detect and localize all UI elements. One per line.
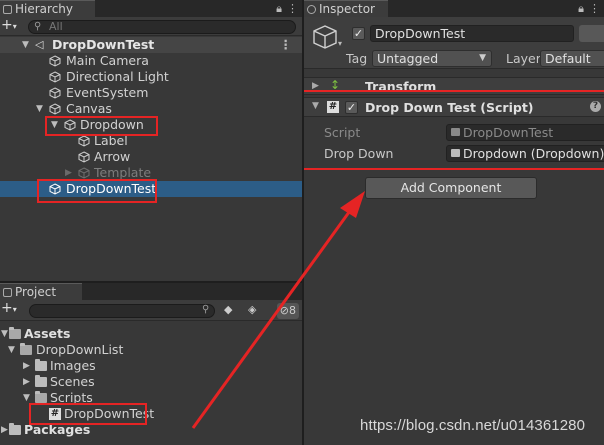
tag-value: Untagged xyxy=(377,51,439,66)
tab-hierarchy[interactable]: Hierarchy xyxy=(0,0,95,17)
hierarchy-search-input[interactable]: ⚲ All xyxy=(28,20,296,34)
hierarchy-toolbar: +▾ ⚲ All xyxy=(0,17,302,36)
scene-row[interactable]: ▼ ◁ DropDownTest ⋮ xyxy=(0,37,302,53)
filter-by-label-icon[interactable]: ◈ xyxy=(248,303,256,319)
inspector-tabbar: Inspector 🔒︎ ⋮ xyxy=(304,0,604,17)
expand-arrow-icon[interactable]: ▼ xyxy=(22,37,29,53)
hidden-packages-toggle[interactable]: ⊘8 xyxy=(276,303,299,319)
project-item-assets[interactable]: ▼ Assets xyxy=(0,326,302,342)
expand-arrow-icon[interactable]: ▼ xyxy=(1,326,8,342)
gameobject-cube-icon xyxy=(49,55,61,67)
hierarchy-tab-actions: 🔒︎ ⋮ xyxy=(276,2,298,16)
tree-item-label: Arrow xyxy=(94,149,131,164)
tab-inspector[interactable]: Inspector xyxy=(304,0,388,17)
layer-label: Layer xyxy=(506,51,541,66)
tab-inspector-label: Inspector xyxy=(319,2,375,16)
expand-arrow-icon[interactable]: ▼ xyxy=(36,101,43,117)
tree-item-label: Directional Light xyxy=(66,69,169,84)
tree-item-canvas[interactable]: ▼ Canvas xyxy=(0,101,302,117)
folder-icon xyxy=(3,287,12,297)
gameobject-cube-icon xyxy=(78,135,90,147)
tag-dropdown[interactable]: Untagged ▼ xyxy=(372,50,492,67)
scene-menu-icon[interactable]: ⋮ xyxy=(280,37,293,53)
chevron-down-icon: ▾ xyxy=(12,305,17,314)
folder-icon xyxy=(9,327,21,339)
tree-item-label: EventSystem xyxy=(66,85,149,100)
expand-arrow-icon[interactable]: ▼ xyxy=(8,342,15,358)
lock-icon[interactable]: 🔒︎ xyxy=(276,2,282,16)
gameobject-header: ▾ ✓ DropDownTest Tag Untagged ▼ Layer De… xyxy=(304,17,604,69)
layer-value: Default xyxy=(545,51,591,66)
inspector-panel: Inspector 🔒︎ ⋮ ▾ ✓ DropDownTest Tag Unta… xyxy=(304,0,604,445)
chevron-down-icon: ▾ xyxy=(12,22,17,31)
collapse-arrow-icon[interactable]: ▶ xyxy=(1,422,8,438)
kebab-menu-icon[interactable]: ⋮ xyxy=(287,2,298,16)
inspector-tab-actions: 🔒︎ ⋮ xyxy=(578,2,600,16)
highlight-box-dropdown xyxy=(45,116,158,136)
project-toolbar: +▾ ⚲ ◆ ◈ ⊘8 xyxy=(0,300,302,321)
create-button[interactable]: +▾ xyxy=(1,18,19,33)
project-item-label: Scenes xyxy=(50,374,95,389)
lock-icon[interactable]: 🔒︎ xyxy=(578,2,584,16)
gameobject-cube-icon xyxy=(49,87,61,99)
project-tabbar: Project xyxy=(0,283,302,300)
highlight-box-script-component xyxy=(304,90,604,170)
gameobject-name-field[interactable]: DropDownTest xyxy=(370,25,574,42)
collapse-arrow-icon[interactable]: ▶ xyxy=(23,374,30,390)
tab-hierarchy-label: Hierarchy xyxy=(15,2,74,16)
info-icon xyxy=(307,4,316,14)
gameobject-cube-icon xyxy=(49,103,61,115)
scene-name: DropDownTest xyxy=(52,37,155,52)
project-panel: Project +▾ ⚲ ◆ ◈ ⊘8 ▼ Assets ▼ DropDownL… xyxy=(0,283,302,445)
folder-icon xyxy=(35,375,47,387)
gameobject-cube-icon xyxy=(312,24,338,50)
folder-icon xyxy=(35,359,47,371)
collapse-arrow-icon[interactable]: ▶ xyxy=(23,358,30,374)
tree-item-eventsystem[interactable]: EventSystem xyxy=(0,85,302,101)
create-asset-button[interactable]: +▾ xyxy=(1,301,19,316)
layer-dropdown[interactable]: Default xyxy=(540,50,604,67)
add-component-button[interactable]: Add Component xyxy=(365,177,537,199)
project-item-label: DropDownList xyxy=(36,342,124,357)
tag-label: Tag xyxy=(346,51,368,66)
filter-by-type-icon[interactable]: ◆ xyxy=(224,303,232,319)
hierarchy-search-placeholder: All xyxy=(49,20,63,33)
chevron-down-icon: ▼ xyxy=(479,53,486,63)
folder-icon xyxy=(35,391,47,403)
unity-scene-icon: ◁ xyxy=(35,38,44,51)
list-icon xyxy=(3,4,12,14)
eye-slash-icon: ⊘ xyxy=(279,304,289,317)
project-item-images[interactable]: ▶ Images xyxy=(0,358,302,374)
hierarchy-tabbar: Hierarchy 🔒︎ ⋮ xyxy=(0,0,302,17)
static-toggle[interactable] xyxy=(579,25,604,42)
watermark-text: https://blog.csdn.net/u014361280 xyxy=(360,417,586,434)
gameobject-cube-icon xyxy=(78,167,90,179)
tree-item-label: Main Camera xyxy=(66,53,149,68)
tree-item-label: Canvas xyxy=(66,101,112,116)
tree-item-directional-light[interactable]: Directional Light xyxy=(0,69,302,85)
tab-project-label: Project xyxy=(15,285,57,299)
tree-item-arrow[interactable]: Arrow xyxy=(0,149,302,165)
search-icon: ⚲ xyxy=(34,21,42,32)
highlight-box-script-asset xyxy=(29,403,147,425)
folder-icon xyxy=(20,343,32,355)
folder-icon xyxy=(9,423,21,435)
gameobject-cube-icon xyxy=(78,151,90,163)
project-item-dropdownlist[interactable]: ▼ DropDownList xyxy=(0,342,302,358)
project-item-label: Images xyxy=(50,358,96,373)
hierarchy-panel: Hierarchy 🔒︎ ⋮ +▾ ⚲ All ▼ ◁ DropDownTest… xyxy=(0,0,302,281)
search-icon: ⚲ xyxy=(202,304,210,315)
icon-dropdown-chevron-icon[interactable]: ▾ xyxy=(338,39,342,48)
gameobject-cube-icon xyxy=(49,71,61,83)
project-item-label: Assets xyxy=(24,326,71,341)
tree-item-main-camera[interactable]: Main Camera xyxy=(0,53,302,69)
highlight-box-dropdowntest xyxy=(37,179,157,203)
tab-project[interactable]: Project xyxy=(0,283,82,300)
hidden-packages-count: 8 xyxy=(289,304,296,317)
kebab-menu-icon[interactable]: ⋮ xyxy=(589,2,600,16)
active-checkbox[interactable]: ✓ xyxy=(352,27,365,40)
project-item-scenes[interactable]: ▶ Scenes xyxy=(0,374,302,390)
project-search-input[interactable]: ⚲ xyxy=(29,304,215,318)
